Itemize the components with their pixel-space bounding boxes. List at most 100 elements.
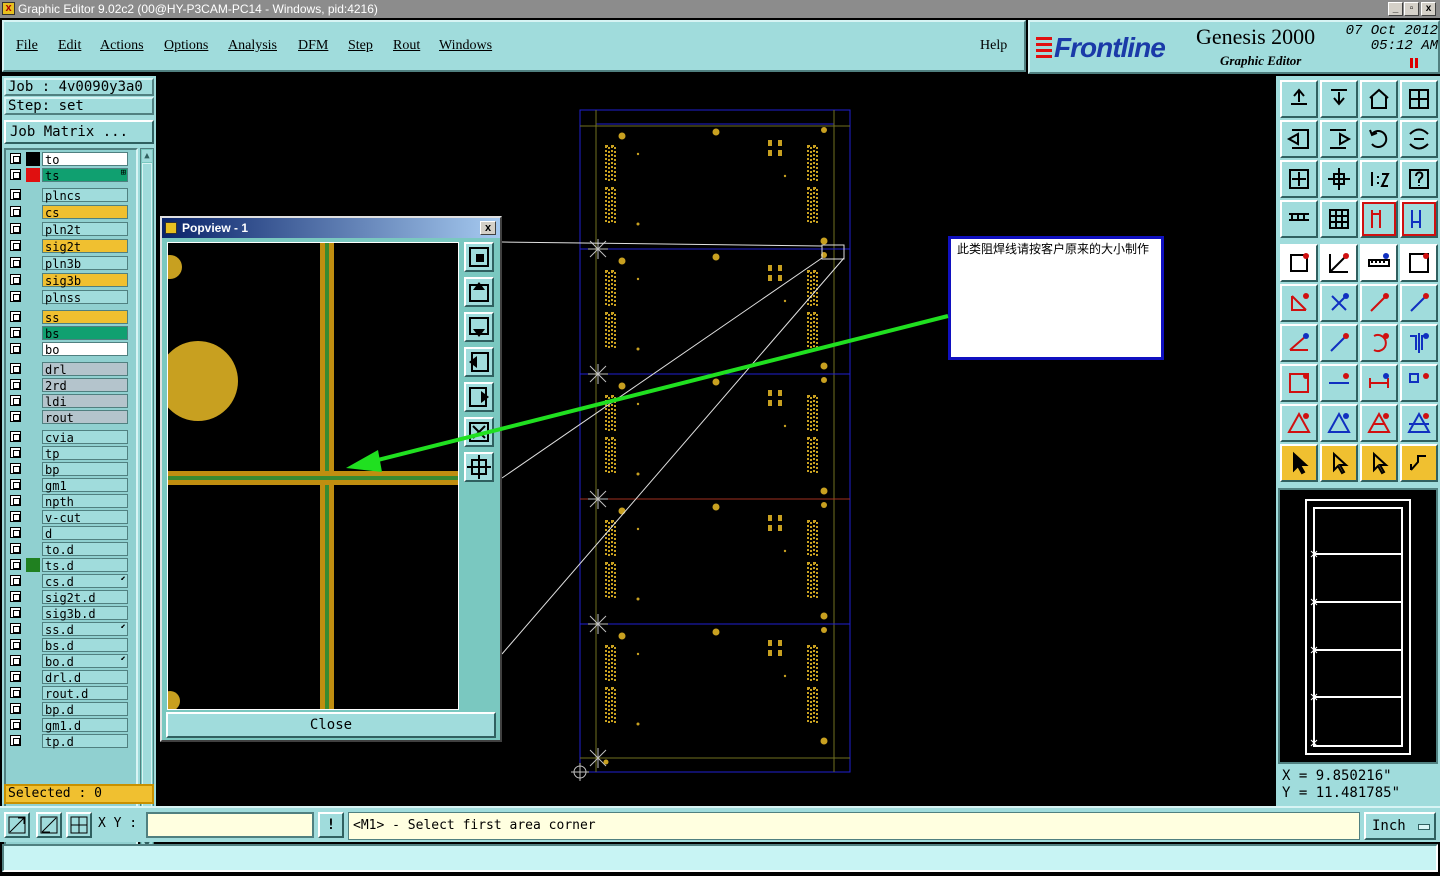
tool-draw-line-button[interactable] xyxy=(1320,244,1358,282)
layer-name[interactable]: to xyxy=(42,152,128,167)
tool-triangle-a-button[interactable] xyxy=(1320,404,1358,442)
layer-name[interactable]: sig3b xyxy=(42,273,128,288)
tool-dimension-button[interactable] xyxy=(1360,364,1398,402)
layer-name[interactable]: d xyxy=(42,526,128,541)
layer-checkbox[interactable] xyxy=(10,153,21,164)
tool-select-net-button[interactable] xyxy=(1360,444,1398,482)
tool-connect-button[interactable] xyxy=(1400,444,1438,482)
layer-checkbox[interactable] xyxy=(10,379,21,390)
layer-name[interactable]: tp xyxy=(42,446,128,461)
layer-row-sig2t-d[interactable]: sig2t.d xyxy=(8,590,128,605)
menu-help[interactable]: Help xyxy=(980,38,1007,54)
layer-row-gm1[interactable]: gm1 xyxy=(8,478,128,493)
layer-name[interactable]: rout.d xyxy=(42,686,128,701)
layer-row-npth[interactable]: npth xyxy=(8,494,128,509)
popview-close-button[interactable]: Close xyxy=(166,712,496,738)
layer-row-cs-d[interactable]: cs.d ⬋ xyxy=(8,574,128,589)
layer-row-tp[interactable]: tp xyxy=(8,446,128,461)
layer-name[interactable]: bp xyxy=(42,462,128,477)
layer-name[interactable]: pln2t xyxy=(42,222,128,237)
layer-name[interactable]: ldi xyxy=(42,394,128,409)
tool-pan-left-button[interactable] xyxy=(1280,120,1318,158)
tool-pan-right-button[interactable] xyxy=(1320,120,1358,158)
tool-select-pointer-button[interactable] xyxy=(1280,444,1318,482)
layer-row-plnss[interactable]: plnss xyxy=(8,290,128,305)
layer-name[interactable]: gm1.d xyxy=(42,718,128,733)
tool-home-button[interactable] xyxy=(1360,80,1398,118)
layer-name[interactable]: 2rd xyxy=(42,378,128,393)
tool-slope-button[interactable] xyxy=(1320,324,1358,362)
tool-triangle-b-button[interactable] xyxy=(1360,404,1398,442)
tool-select-box-button[interactable] xyxy=(1320,444,1358,482)
popview-title-bar[interactable]: Popview - 1 x xyxy=(162,218,500,238)
layer-checkbox[interactable] xyxy=(10,495,21,506)
layer-checkbox[interactable] xyxy=(10,479,21,490)
layer-checkbox[interactable] xyxy=(10,655,21,666)
layer-row-rout-d[interactable]: rout.d xyxy=(8,686,128,701)
layer-checkbox[interactable] xyxy=(10,189,21,200)
tool-undo-zoom-button[interactable] xyxy=(1360,120,1398,158)
layer-name[interactable]: to.d xyxy=(42,542,128,557)
layer-row-sig3b-d[interactable]: sig3b.d xyxy=(8,606,128,621)
tool-grid-button[interactable] xyxy=(1320,200,1358,238)
tool-layer-down-button[interactable] xyxy=(1320,80,1358,118)
layer-name[interactable]: v-cut xyxy=(42,510,128,525)
layer-checkbox[interactable] xyxy=(10,206,21,217)
layer-checkbox[interactable] xyxy=(10,575,21,586)
layer-name[interactable]: drl.d xyxy=(42,670,128,685)
layer-row-to[interactable]: to xyxy=(8,152,128,167)
layer-name[interactable]: pln3b xyxy=(42,256,128,271)
popview-viewport[interactable] xyxy=(167,242,459,710)
layer-color-swatch[interactable] xyxy=(26,168,40,182)
tool-scale-1-2-button[interactable] xyxy=(1360,160,1398,198)
layer-checkbox[interactable] xyxy=(10,623,21,634)
popview-zoom-out-button[interactable] xyxy=(464,452,494,482)
layer-row-sig2t[interactable]: sig2t xyxy=(8,239,128,254)
menu-file[interactable]: File xyxy=(16,38,38,54)
layer-checkbox[interactable] xyxy=(10,511,21,522)
layer-row-ts[interactable]: ts ⊞ xyxy=(8,168,128,183)
layer-name[interactable]: npth xyxy=(42,494,128,509)
layer-row-rout[interactable]: rout xyxy=(8,410,128,425)
layer-checkbox[interactable] xyxy=(10,527,21,538)
popview-zoom-fit-button[interactable] xyxy=(464,242,494,272)
menu-rout[interactable]: Rout xyxy=(393,38,420,54)
tool-shapes-button[interactable] xyxy=(1400,364,1438,402)
layer-checkbox[interactable] xyxy=(10,607,21,618)
measure-tool-button[interactable] xyxy=(36,812,62,838)
layer-name[interactable]: tp.d xyxy=(42,734,128,749)
layer-name[interactable]: ss xyxy=(42,310,128,325)
layer-color-swatch[interactable] xyxy=(26,558,40,572)
layer-checkbox[interactable] xyxy=(10,559,21,570)
layer-name[interactable]: bs xyxy=(42,326,128,341)
layer-checkbox[interactable] xyxy=(10,411,21,422)
tool-add-pad-button[interactable] xyxy=(1280,244,1318,282)
layer-checkbox[interactable] xyxy=(10,591,21,602)
layer-row-2rd[interactable]: 2rd xyxy=(8,378,128,393)
tool-ruler-button[interactable] xyxy=(1360,244,1398,282)
close-window-button[interactable]: x xyxy=(1421,2,1436,16)
layer-checkbox[interactable] xyxy=(10,639,21,650)
tool-feature-filter-red-button[interactable] xyxy=(1400,200,1438,238)
tool-zoom-center-button[interactable] xyxy=(1320,160,1358,198)
units-select[interactable]: Inch xyxy=(1364,812,1436,840)
tool-move-point-button[interactable] xyxy=(1400,284,1438,322)
layer-name[interactable]: bo.d xyxy=(42,654,128,669)
layer-checkbox[interactable] xyxy=(10,257,21,268)
layer-name[interactable]: sig2t.d xyxy=(42,590,128,605)
layer-checkbox[interactable] xyxy=(10,431,21,442)
layer-checkbox[interactable] xyxy=(10,274,21,285)
layer-name[interactable]: ss.d xyxy=(42,622,128,637)
layer-row-bp[interactable]: bp xyxy=(8,462,128,477)
layer-row-bp-d[interactable]: bp.d xyxy=(8,702,128,717)
layer-checkbox[interactable] xyxy=(10,703,21,714)
layer-name[interactable]: ts xyxy=(42,168,128,183)
menu-analysis[interactable]: Analysis xyxy=(228,38,277,54)
layer-name[interactable]: ts.d xyxy=(42,558,128,573)
layer-row-pln2t[interactable]: pln2t xyxy=(8,222,128,237)
layer-row-plncs[interactable]: plncs xyxy=(8,188,128,203)
layer-row-v-cut[interactable]: v-cut xyxy=(8,510,128,525)
menu-step[interactable]: Step xyxy=(348,38,373,54)
snap-tool-button[interactable] xyxy=(4,812,30,838)
tool-snap-to-center-button[interactable] xyxy=(1280,364,1318,402)
